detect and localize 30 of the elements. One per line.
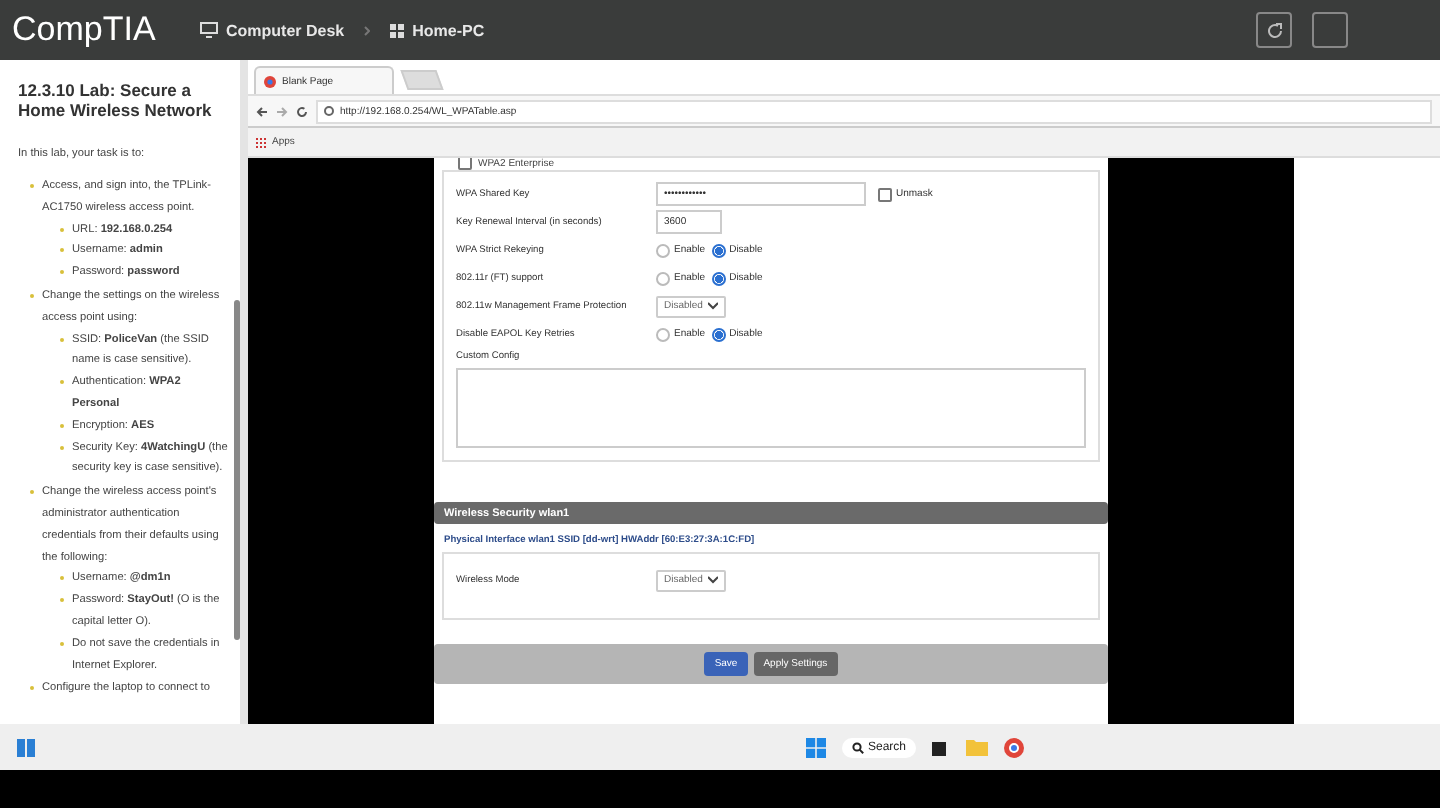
monitor-icon bbox=[200, 22, 218, 38]
task-view-icon[interactable] bbox=[932, 738, 950, 756]
start-icon[interactable] bbox=[805, 737, 826, 757]
checkbox[interactable] bbox=[458, 158, 472, 170]
breadcrumb[interactable]: Computer Desk bbox=[200, 21, 345, 39]
unmask-checkbox[interactable] bbox=[878, 187, 892, 201]
chevron-icon bbox=[364, 25, 371, 35]
radio-button[interactable] bbox=[656, 243, 670, 257]
widgets-icon bbox=[16, 737, 36, 757]
apps-grid-icon bbox=[256, 137, 266, 147]
radio-button[interactable] bbox=[656, 271, 670, 285]
back-icon bbox=[256, 105, 268, 117]
radio-button[interactable] bbox=[711, 271, 726, 285]
browser-logo-icon bbox=[264, 75, 276, 87]
forward-icon bbox=[276, 105, 288, 117]
radio-button[interactable] bbox=[711, 243, 726, 257]
refresh-button[interactable] bbox=[1256, 12, 1292, 48]
radio-button[interactable] bbox=[711, 327, 726, 341]
toolbar-button[interactable] bbox=[1312, 12, 1348, 48]
reload-icon bbox=[296, 105, 308, 117]
logo: CompTIA bbox=[12, 10, 158, 50]
breadcrumb[interactable]: Home-PC bbox=[390, 21, 485, 39]
caret-icon bbox=[708, 576, 719, 584]
refresh-icon bbox=[1265, 21, 1283, 39]
radio-button[interactable] bbox=[656, 327, 670, 341]
search-icon bbox=[851, 741, 864, 753]
caret-icon bbox=[708, 302, 719, 310]
windows-icon bbox=[390, 23, 405, 37]
chrome-icon[interactable] bbox=[1004, 737, 1024, 757]
lab-title: 12.3.10 Lab: Secure a Home Wireless Network bbox=[18, 80, 214, 120]
